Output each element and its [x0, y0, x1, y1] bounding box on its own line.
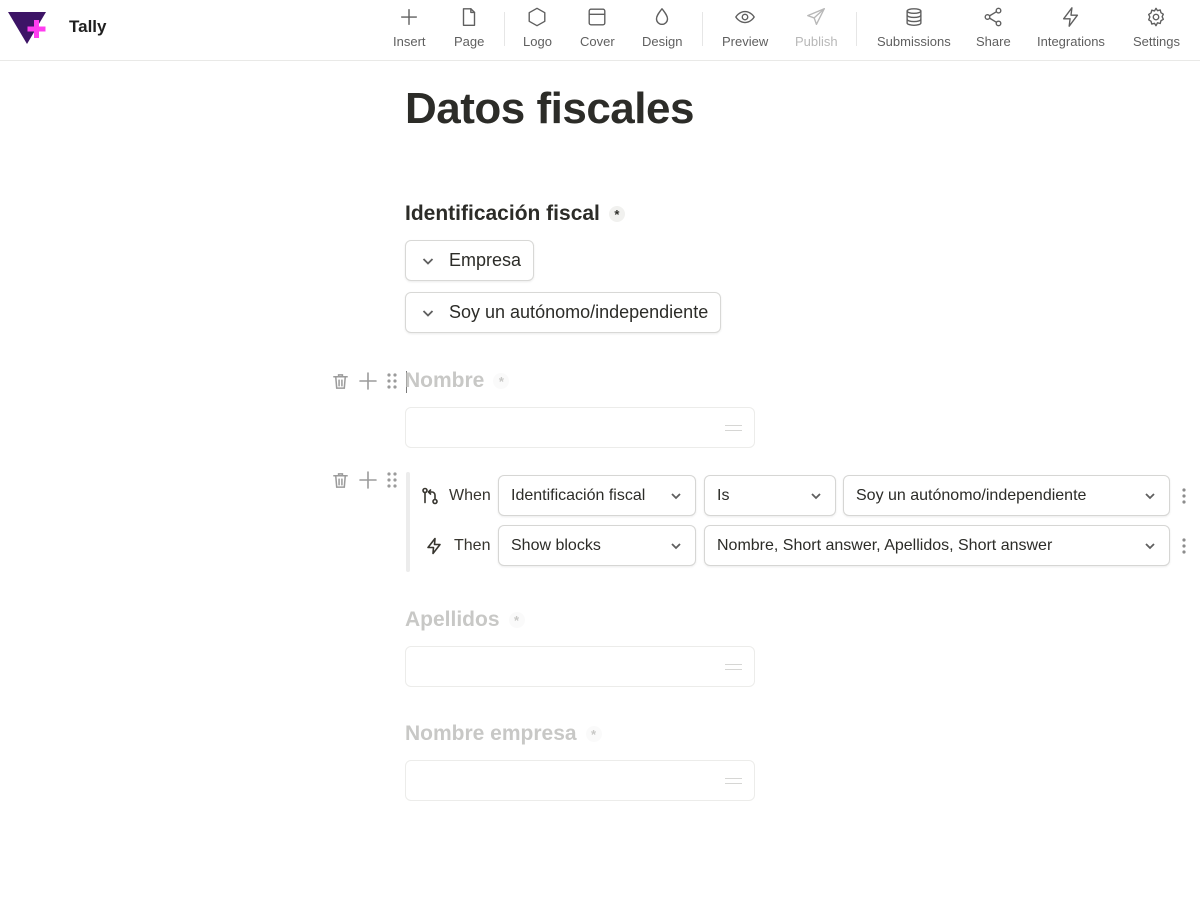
chevron-down-icon: [671, 542, 681, 549]
logic-when-value-select[interactable]: Soy un autónomo/independiente: [843, 475, 1170, 516]
required-badge: *: [493, 373, 510, 390]
question-label-nombre-empresa[interactable]: Nombre empresa *: [405, 722, 602, 746]
block-tools: [331, 470, 398, 490]
toolbar-cover-button[interactable]: Cover: [580, 6, 615, 52]
gear-icon: [1148, 7, 1165, 27]
toolbar-share-button[interactable]: Share: [976, 6, 1011, 52]
logic-when-label: When: [449, 487, 491, 504]
chevron-down-icon: [422, 309, 434, 317]
toolbar-insert-button[interactable]: Insert: [393, 6, 426, 52]
question-label-identificacion-fiscal[interactable]: Identificación fiscal *: [405, 202, 625, 226]
short-answer-icon: [725, 778, 742, 784]
trash-icon[interactable]: [331, 471, 350, 490]
branch-icon: [422, 487, 438, 505]
toolbar-publish-button[interactable]: Publish: [795, 6, 838, 52]
drag-handle-icon[interactable]: [386, 372, 398, 390]
droplet-icon: [656, 8, 669, 25]
eye-icon: [735, 10, 755, 24]
toolbar-divider: [504, 12, 505, 46]
chevron-down-icon: [422, 257, 434, 265]
share-icon: [984, 7, 1002, 27]
plus-icon: [401, 8, 418, 26]
more-options-icon[interactable]: [1180, 537, 1188, 555]
logic-then-label: Then: [454, 537, 491, 554]
logic-when-field-select[interactable]: Identificación fiscal: [498, 475, 696, 516]
trash-icon[interactable]: [331, 372, 350, 391]
toolbar-divider: [856, 12, 857, 46]
lightning-icon: [427, 537, 441, 555]
required-badge: *: [508, 612, 525, 629]
hexagon-icon: [528, 7, 546, 27]
drag-handle-icon[interactable]: [386, 471, 398, 489]
lightning-icon: [1062, 7, 1079, 27]
logic-then-targets-select[interactable]: Nombre, Short answer, Apellidos, Short a…: [704, 525, 1170, 566]
form-title[interactable]: Datos fiscales: [405, 84, 694, 134]
logic-block-bar: [406, 472, 410, 572]
chevron-down-icon: [671, 492, 681, 499]
logic-then-action-select[interactable]: Show blocks: [498, 525, 696, 566]
toolbar-divider: [702, 12, 703, 46]
dropdown-option-autonomo[interactable]: Soy un autónomo/independiente: [405, 292, 722, 333]
toolbar-submissions-button[interactable]: Submissions: [877, 6, 951, 52]
dropdown-option-empresa[interactable]: Empresa: [405, 240, 535, 281]
chevron-down-icon: [1145, 492, 1155, 499]
page-icon: [463, 8, 476, 26]
toolbar-preview-button[interactable]: Preview: [722, 6, 768, 52]
question-label-apellidos[interactable]: Apellidos *: [405, 608, 525, 632]
plus-icon[interactable]: [358, 371, 378, 391]
required-badge: *: [608, 206, 625, 223]
short-answer-icon: [725, 425, 742, 431]
more-options-icon[interactable]: [1180, 487, 1188, 505]
database-icon: [906, 8, 922, 26]
chevron-down-icon: [811, 492, 821, 499]
tally-logo-icon[interactable]: [8, 10, 48, 46]
short-answer-input-nombre-empresa[interactable]: [405, 760, 755, 801]
logic-when-operator-select[interactable]: Is: [704, 475, 836, 516]
brand-name: Tally: [69, 17, 107, 36]
question-label-nombre[interactable]: Nombre *: [405, 369, 510, 393]
required-badge: *: [585, 726, 602, 743]
toolbar-logo-button[interactable]: Logo: [523, 6, 552, 52]
toolbar-integrations-button[interactable]: Integrations: [1037, 6, 1105, 52]
top-toolbar: Tally Insert Page Logo Cover Design Prev…: [0, 0, 1200, 61]
block-tools: [331, 371, 398, 391]
plus-icon[interactable]: [358, 470, 378, 490]
cover-icon: [588, 8, 606, 26]
short-answer-input-nombre[interactable]: [405, 407, 755, 448]
chevron-down-icon: [1145, 542, 1155, 549]
toolbar-design-button[interactable]: Design: [642, 6, 682, 52]
toolbar-settings-button[interactable]: Settings: [1133, 6, 1180, 52]
short-answer-input-apellidos[interactable]: [405, 646, 755, 687]
send-icon: [807, 8, 826, 26]
short-answer-icon: [725, 664, 742, 670]
toolbar-page-button[interactable]: Page: [454, 6, 484, 52]
